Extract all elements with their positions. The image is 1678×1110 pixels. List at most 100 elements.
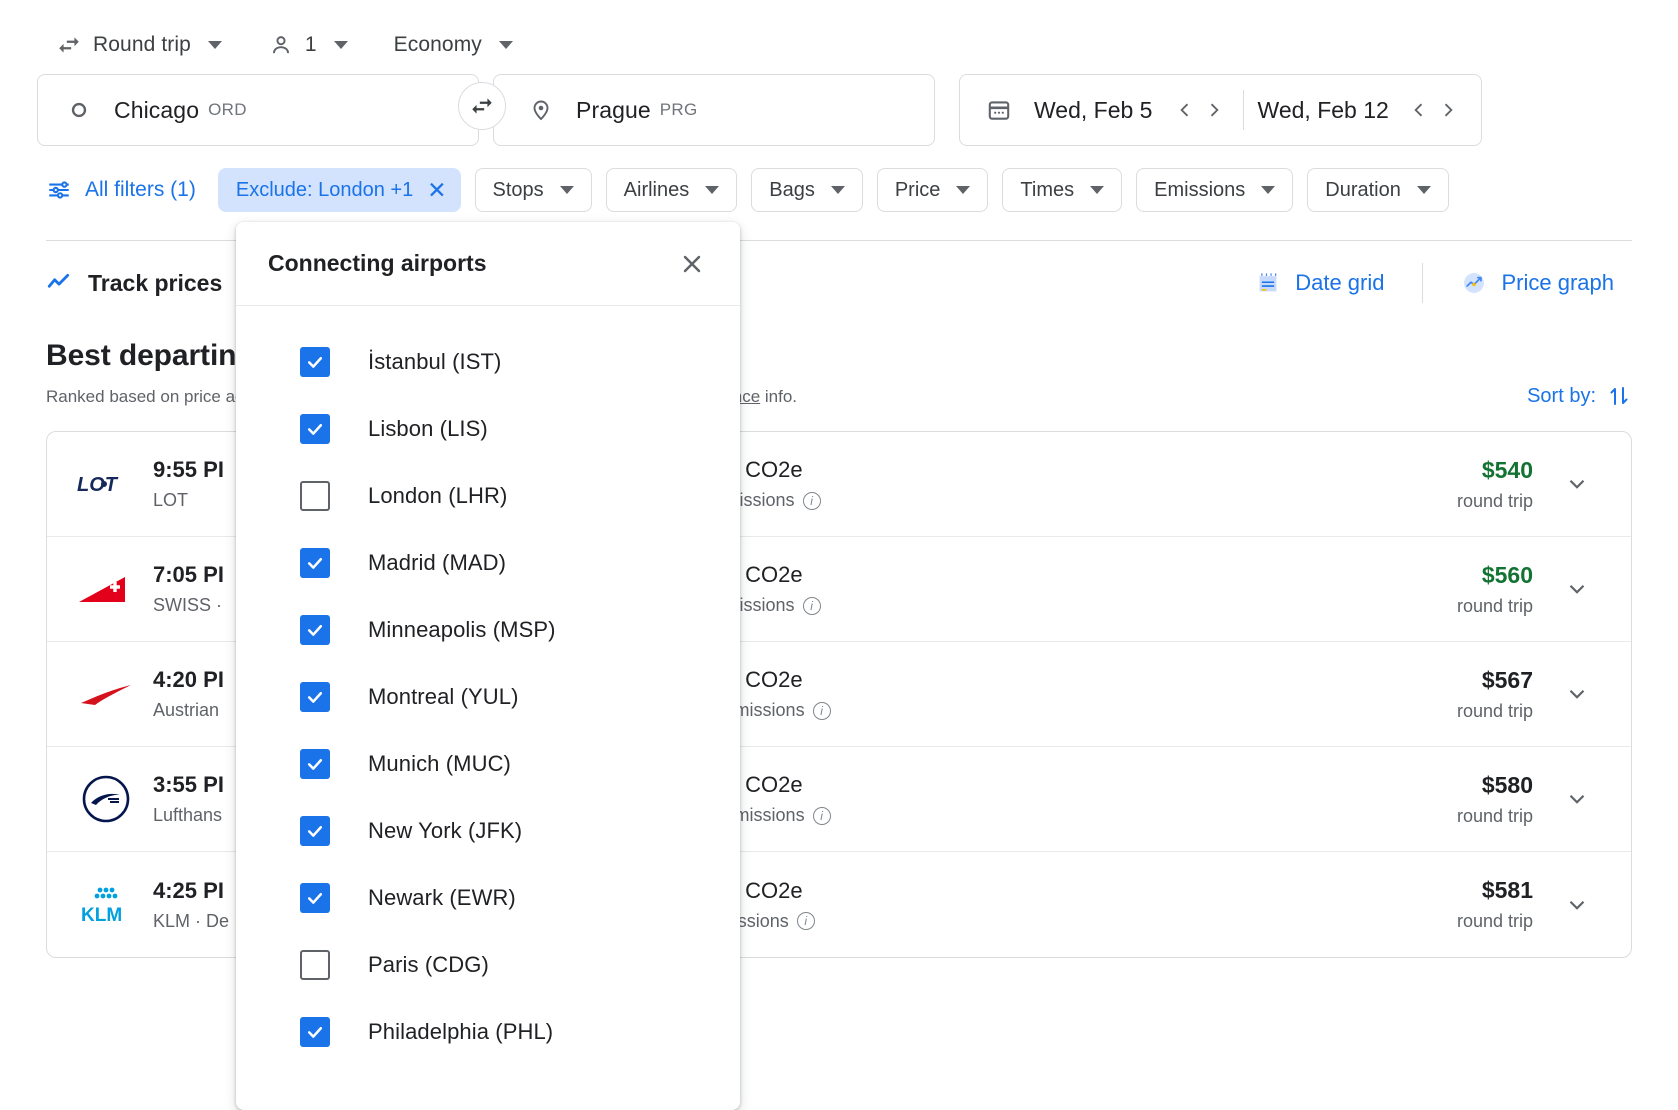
list-item[interactable]: London (LHR) [236, 462, 740, 529]
airport-label: Philadelphia (PHL) [368, 1019, 553, 1045]
subtitle-suffix: info. [760, 387, 797, 406]
price-graph-label: Price graph [1501, 270, 1614, 296]
airport-label: İstanbul (IST) [368, 349, 501, 375]
date-divider [1243, 90, 1244, 130]
trip-type-selector[interactable]: Round trip [46, 24, 232, 66]
all-filters-button[interactable]: All filters (1) [46, 177, 204, 203]
info-icon[interactable]: i [813, 702, 831, 720]
chip-bags-label: Bags [769, 179, 815, 202]
chip-emissions[interactable]: Emissions [1136, 168, 1293, 212]
sort-by-button[interactable]: Sort by: [1527, 383, 1632, 409]
info-icon[interactable]: i [797, 912, 815, 930]
chip-price[interactable]: Price [877, 168, 989, 212]
airport-label: London (LHR) [368, 483, 507, 509]
date-grid-button[interactable]: Date grid [1237, 264, 1402, 302]
checkbox-checked-icon[interactable] [300, 548, 330, 578]
close-icon[interactable]: ✕ [427, 179, 446, 202]
expand-flight-button[interactable] [1549, 576, 1605, 602]
flight-price-cell: $540 round trip [973, 457, 1549, 512]
flight-price-cell: $560 round trip [973, 562, 1549, 617]
list-item[interactable]: Philadelphia (PHL) [236, 998, 740, 1065]
checkbox-checked-icon[interactable] [300, 347, 330, 377]
passenger-count: 1 [305, 33, 317, 57]
chevron-down-icon [1417, 186, 1431, 194]
chip-times-label: Times [1020, 179, 1074, 202]
date-grid-label: Date grid [1295, 270, 1384, 296]
chevron-down-icon [705, 186, 719, 194]
checkbox-unchecked-icon[interactable] [300, 950, 330, 980]
checkbox-checked-icon[interactable] [300, 615, 330, 645]
list-item[interactable]: Munich (MUC) [236, 730, 740, 797]
checkbox-checked-icon[interactable] [300, 1017, 330, 1047]
chip-airlines-label: Airlines [624, 179, 690, 202]
airport-label: Newark (EWR) [368, 885, 516, 911]
return-prev-day-button[interactable] [1405, 93, 1434, 127]
airport-label: Paris (CDG) [368, 952, 489, 978]
return-date: Wed, Feb 12 [1258, 97, 1389, 124]
list-item[interactable]: Montreal (YUL) [236, 663, 740, 730]
calendar-icon [986, 97, 1012, 123]
chip-duration[interactable]: Duration [1307, 168, 1449, 212]
price-type: round trip [973, 806, 1533, 827]
trip-type-label: Round trip [93, 33, 191, 57]
info-icon[interactable]: i [803, 492, 821, 510]
checkbox-checked-icon[interactable] [300, 816, 330, 846]
list-item[interactable]: Minneapolis (MSP) [236, 596, 740, 663]
search-row: Chicago ORD Prague PRG Wed, Feb 5 [0, 66, 1678, 146]
checkbox-checked-icon[interactable] [300, 414, 330, 444]
price-type: round trip [973, 701, 1533, 722]
destination-field[interactable]: Prague PRG [493, 74, 935, 146]
swap-airports-button[interactable] [458, 82, 506, 130]
expand-flight-button[interactable] [1549, 786, 1605, 812]
checkbox-checked-icon[interactable] [300, 682, 330, 712]
person-icon [268, 32, 294, 58]
depart-next-day-button[interactable] [1200, 93, 1229, 127]
track-prices-toggle[interactable]: Track prices i [46, 270, 260, 297]
view-tools-divider [1422, 263, 1423, 303]
checkbox-checked-icon[interactable] [300, 749, 330, 779]
chip-exclude-airports[interactable]: Exclude: London +1 ✕ [218, 168, 461, 212]
svg-text:KLM: KLM [81, 905, 122, 926]
list-item[interactable]: Madrid (MAD) [236, 529, 740, 596]
chip-times[interactable]: Times [1002, 168, 1122, 212]
austrian-logo-icon [69, 679, 143, 709]
info-icon[interactable]: i [803, 597, 821, 615]
date-range-field[interactable]: Wed, Feb 5 Wed, Feb 12 [959, 74, 1482, 146]
list-item[interactable]: Newark (EWR) [236, 864, 740, 931]
airport-checkbox-list[interactable]: İstanbul (IST) Lisbon (LIS) London (LHR)… [236, 306, 740, 1110]
trending-up-icon [46, 270, 72, 296]
cabin-class-selector[interactable]: Economy [384, 25, 523, 65]
list-item[interactable]: New York (JFK) [236, 797, 740, 864]
chevron-down-icon [334, 41, 348, 49]
checkbox-checked-icon[interactable] [300, 883, 330, 913]
chip-stops[interactable]: Stops [475, 168, 592, 212]
expand-flight-button[interactable] [1549, 892, 1605, 918]
panel-title: Connecting airports [268, 250, 487, 277]
close-icon[interactable] [672, 244, 712, 284]
price-value: $580 [973, 772, 1533, 799]
date-grid-icon [1255, 270, 1281, 296]
chevron-down-icon [208, 41, 222, 49]
price-value: $567 [973, 667, 1533, 694]
origin-field[interactable]: Chicago ORD [37, 74, 479, 146]
list-item[interactable]: Paris (CDG) [236, 931, 740, 998]
chip-airlines[interactable]: Airlines [606, 168, 738, 212]
passenger-selector[interactable]: 1 [258, 24, 358, 66]
price-type: round trip [973, 911, 1533, 932]
chevron-down-icon [1261, 186, 1275, 194]
list-item[interactable]: İstanbul (IST) [236, 328, 740, 395]
all-filters-label: All filters (1) [85, 178, 196, 202]
chip-bags[interactable]: Bags [751, 168, 863, 212]
flight-price-cell: $581 round trip [973, 877, 1549, 932]
return-next-day-button[interactable] [1434, 93, 1463, 127]
list-item[interactable]: Lisbon (LIS) [236, 395, 740, 462]
info-icon[interactable]: i [813, 807, 831, 825]
expand-flight-button[interactable] [1549, 681, 1605, 707]
panel-header: Connecting airports [236, 222, 740, 306]
expand-flight-button[interactable] [1549, 471, 1605, 497]
depart-prev-day-button[interactable] [1170, 93, 1199, 127]
subtitle-prefix: Ranked based on price a [46, 387, 235, 406]
price-graph-button[interactable]: Price graph [1443, 264, 1632, 302]
checkbox-unchecked-icon[interactable] [300, 481, 330, 511]
airport-label: Madrid (MAD) [368, 550, 506, 576]
